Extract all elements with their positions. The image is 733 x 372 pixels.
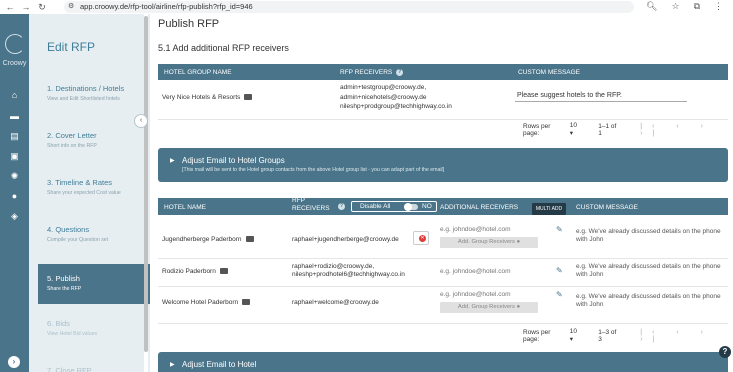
col-rfp-receivers: RFP RECEIVERS: [292, 197, 330, 212]
custom-message-input[interactable]: Please suggest hotels to the RFP.: [515, 90, 687, 102]
groups-pagination: Rows per page: 10 ▾ 1–1 of 1 |‹ ‹ › ›|: [523, 122, 733, 137]
layers-icon[interactable]: ◈: [9, 212, 20, 221]
plus-icon: ●: [516, 239, 521, 245]
url-text: app.croowy.de/rfp-tool/airline/rfp-publi…: [80, 2, 253, 11]
address-bar[interactable]: ⚙ app.croowy.de/rfp-tool/airline/rfp-pub…: [64, 1, 634, 13]
comment-icon[interactable]: [219, 268, 228, 275]
col-hotel-group-name: HOTEL GROUP NAME: [164, 69, 232, 76]
step-sidebar: Edit RFP 1. Destinations / Hotels View an…: [29, 14, 172, 372]
disable-all-toggle[interactable]: Disable All NO: [351, 201, 437, 212]
site-info-icon[interactable]: ⚙: [68, 1, 74, 13]
main-content: Publish RFP 5.1 Add additional RFP recei…: [150, 14, 733, 372]
rows-per-page-select[interactable]: 10 ▾: [570, 122, 580, 137]
page-range: 1–1 of 1: [598, 122, 617, 137]
multi-add-button[interactable]: MULTI ADD: [532, 203, 566, 215]
collapse-sidebar-button[interactable]: ‹: [134, 114, 148, 128]
clipboard-icon[interactable]: ▣: [9, 152, 20, 161]
expand-icon[interactable]: ▶: [170, 361, 175, 368]
adjust-email-hotel-banner[interactable]: ▶ Adjust Email to Hotel: [158, 352, 728, 372]
hotel-receivers: raphael+jugendherberge@croowy.de: [292, 236, 399, 243]
comment-icon[interactable]: [245, 236, 254, 243]
sidebar-title: Edit RFP: [47, 40, 96, 54]
custom-message-input[interactable]: e.g. We've already discussed details on …: [576, 228, 726, 244]
browser-toolbar: ← → ↻ ⚙ app.croowy.de/rfp-tool/airline/r…: [0, 0, 733, 14]
close-icon: ✕: [419, 235, 426, 242]
expand-icon[interactable]: ▶: [170, 157, 175, 164]
table-row: Very Nice Hotels & Resorts admin+testgro…: [158, 80, 728, 120]
hotels-pagination: Rows per page: 10 ▾ 1–3 of 3 |‹ ‹ › ›|: [523, 328, 733, 343]
group-receivers: admin+testgroup@croowy.de, admin+nicehot…: [340, 84, 452, 110]
col-hotel-name: HOTEL NAME: [164, 204, 207, 211]
bookmark-star-icon[interactable]: ☆: [671, 1, 679, 12]
adjust-email-groups-banner[interactable]: ▶ Adjust Email to Hotel Groups [This mai…: [158, 148, 728, 182]
page-range: 1–3 of 3: [598, 328, 617, 343]
hotel-name: Rodizio Paderborn: [162, 268, 228, 275]
comment-icon[interactable]: [244, 94, 253, 101]
forward-icon[interactable]: →: [20, 2, 32, 12]
section-title: 5.1 Add additional RFP receivers: [158, 43, 289, 53]
icon-rail: Croowy ⌂ ▬ ▤ ▣ ✺ ● ◈ ›: [0, 14, 29, 372]
comment-icon[interactable]: ●: [9, 192, 20, 201]
col-rfp-receivers: RFP RECEIVERS?: [340, 69, 404, 77]
help-button[interactable]: ?: [719, 346, 731, 358]
additional-receivers-field[interactable]: e.g. johndoe@hotel.com Add. Group Receiv…: [440, 226, 538, 248]
additional-receivers-field[interactable]: e.g. johndoe@hotel.com Add. Group Receiv…: [440, 291, 538, 313]
info-icon[interactable]: ?: [396, 69, 404, 76]
custom-message-input[interactable]: e.g. We've already discussed details on …: [576, 293, 726, 309]
hotel-name: Welcome Hotel Paderborn: [162, 299, 251, 306]
reload-icon[interactable]: ↻: [36, 2, 48, 13]
hotel-receivers: raphael+welcome@croowy.de: [292, 299, 379, 306]
rows-per-page-select[interactable]: 10 ▾: [570, 328, 580, 343]
edit-icon[interactable]: ✎: [556, 225, 563, 234]
sidebar-scrollbar[interactable]: [144, 14, 148, 372]
croowy-logo[interactable]: [5, 34, 25, 54]
logo-text: Croowy: [2, 60, 27, 67]
help-icon[interactable]: ›: [8, 356, 20, 368]
additional-receivers-field[interactable]: e.g. johndoe@hotel.com: [440, 268, 511, 275]
groups-table-header: HOTEL GROUP NAME RFP RECEIVERS? CUSTOM M…: [158, 64, 728, 80]
col-additional-receivers: ADDITIONAL RECEIVERS: [440, 204, 519, 211]
edit-icon[interactable]: ✎: [556, 266, 563, 275]
group-name: Very Nice Hotels & Resorts: [162, 94, 253, 101]
settings-icon[interactable]: ✺: [9, 172, 20, 181]
col-custom-message: CUSTOM MESSAGE: [518, 69, 581, 76]
extensions-icon[interactable]: ⧉: [694, 1, 700, 12]
col-custom-message: CUSTOM MESSAGE: [576, 204, 639, 211]
remove-receiver-button[interactable]: ✕: [413, 231, 429, 245]
page-nav-icons[interactable]: |‹ ‹ › ›|: [640, 123, 733, 137]
hotel-name: Jugendherberge Paderborn: [162, 236, 254, 243]
table-row: Welcome Hotel Paderborn raphael+welcome@…: [158, 288, 728, 324]
custom-message-input[interactable]: e.g. We've already discussed details on …: [576, 263, 726, 279]
bed-icon[interactable]: ▬: [9, 112, 20, 121]
toggle-switch[interactable]: [404, 203, 418, 211]
page-title: Publish RFP: [158, 18, 220, 30]
home-icon[interactable]: ⌂: [9, 91, 20, 100]
hotel-receivers: raphael+rodizio@croowy.de, nileshp+prodh…: [292, 263, 405, 278]
info-icon[interactable]: ?: [338, 203, 345, 210]
hotels-table-header: HOTEL NAME RFP RECEIVERS ? Disable All N…: [158, 197, 728, 215]
page-nav-icons[interactable]: |‹ ‹ › ›|: [640, 329, 733, 343]
zoom-icon[interactable]: 🔍︎: [646, 1, 657, 12]
menu-icon[interactable]: ⋮: [714, 1, 723, 12]
edit-icon[interactable]: ✎: [556, 290, 563, 299]
back-icon[interactable]: ←: [4, 2, 16, 12]
table-row: Rodizio Paderborn raphael+rodizio@croowy…: [158, 260, 728, 287]
add-group-receivers-button[interactable]: Add. Group Receivers ●: [440, 237, 538, 248]
document-icon[interactable]: ▤: [9, 132, 20, 141]
add-group-receivers-button[interactable]: Add. Group Receivers ●: [440, 302, 538, 313]
table-row: Jugendherberge Paderborn raphael+jugendh…: [158, 222, 728, 259]
comment-icon[interactable]: [242, 299, 251, 306]
plus-icon: ●: [516, 304, 521, 310]
